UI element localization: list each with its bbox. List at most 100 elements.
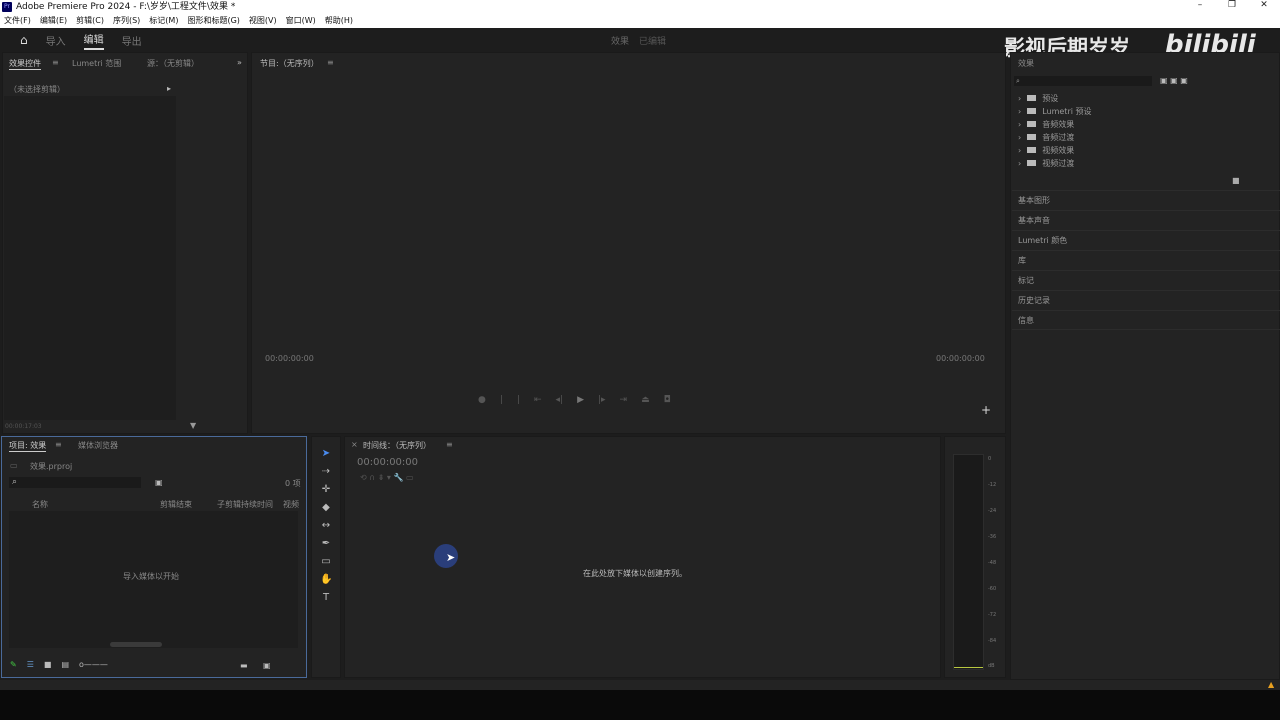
- meter-tick: -24: [988, 508, 997, 514]
- transport-controls: ● | | ⇤ ◂| ▶ |▸ ⇥ ⏏ ◘: [478, 395, 671, 405]
- program-duration: 00:00:00:00: [936, 354, 985, 363]
- horizontal-scrollbar[interactable]: [110, 642, 162, 647]
- program-timecode[interactable]: 00:00:00:00: [265, 354, 314, 363]
- minimize-button[interactable]: –: [1184, 0, 1216, 14]
- pen-tool-icon[interactable]: ✒: [320, 538, 332, 549]
- pencil-icon[interactable]: ✎: [10, 660, 17, 669]
- freeform-view-icon[interactable]: ▤: [61, 660, 69, 669]
- section-markers[interactable]: 标记: [1012, 270, 1280, 290]
- panel-menu-icon[interactable]: ≡: [52, 58, 59, 67]
- meter-tick: -60: [988, 586, 997, 592]
- tab-lumetri-scopes[interactable]: Lumetri 范围: [72, 58, 121, 69]
- go-in-icon[interactable]: ⇤: [534, 395, 542, 405]
- menu-help[interactable]: 帮助(H): [325, 14, 353, 28]
- filter-icon[interactable]: ▼: [190, 421, 196, 430]
- zoom-slider[interactable]: o———: [79, 660, 108, 669]
- col-video[interactable]: 视频: [283, 499, 299, 510]
- effects-item[interactable]: › 视频过渡: [1018, 158, 1074, 169]
- hand-tool-icon[interactable]: ✋: [320, 574, 332, 585]
- timeline-timecode[interactable]: 00:00:00:00: [357, 457, 418, 468]
- tab-project[interactable]: 项目: 效果: [9, 440, 47, 452]
- tab-effect-controls[interactable]: 效果控件: [9, 58, 41, 70]
- icon-view-icon[interactable]: ■: [44, 660, 52, 669]
- effects-item[interactable]: › 音频效果: [1018, 119, 1074, 130]
- item-count: 0 项: [285, 479, 301, 488]
- export-frame-icon[interactable]: ◘: [664, 395, 671, 405]
- meter-tick: -36: [988, 534, 997, 540]
- step-back-icon[interactable]: ◂|: [556, 395, 564, 405]
- meter-tick: dB: [988, 663, 995, 669]
- timeline-title: 时间线：（无序列）: [363, 441, 431, 450]
- section-essential-graphics[interactable]: 基本图形: [1012, 190, 1280, 210]
- razor-tool-icon[interactable]: ◆: [320, 502, 332, 513]
- menu-view[interactable]: 视图(V): [249, 14, 277, 28]
- tab-import[interactable]: 导入: [46, 33, 66, 48]
- tab-export[interactable]: 导出: [122, 33, 142, 48]
- section-history[interactable]: 历史记录: [1012, 290, 1280, 310]
- overflow-icon[interactable]: »: [237, 58, 242, 67]
- home-icon[interactable]: ⌂: [20, 33, 28, 47]
- new-bin-icon[interactable]: ▬: [240, 661, 248, 670]
- section-libraries[interactable]: 库: [1012, 250, 1280, 270]
- play-button[interactable]: ▶: [577, 395, 584, 405]
- selection-tool-icon[interactable]: ➤: [320, 448, 332, 459]
- meter-tick: -48: [988, 560, 997, 566]
- status-bar: [0, 680, 1280, 690]
- effects-item[interactable]: › 预设: [1018, 93, 1058, 104]
- audio-meter: [953, 454, 984, 670]
- step-forward-icon[interactable]: |▸: [598, 395, 606, 405]
- menu-file[interactable]: 文件(F): [4, 14, 31, 28]
- tab-media-browser[interactable]: 媒体浏览器: [78, 440, 118, 451]
- section-lumetri-color[interactable]: Lumetri 颜色: [1012, 230, 1280, 250]
- close-icon[interactable]: ×: [351, 440, 358, 449]
- out-point-icon[interactable]: |: [517, 395, 520, 405]
- menu-graphics[interactable]: 图形和标题(G): [187, 14, 239, 28]
- tab-source[interactable]: 源：（无剪辑）: [147, 58, 199, 69]
- lift-icon[interactable]: ⏏: [641, 395, 650, 405]
- panel-menu-icon[interactable]: ≡: [55, 440, 62, 449]
- panel-menu-icon[interactable]: ≡: [327, 58, 334, 67]
- ripple-edit-tool-icon[interactable]: ✛: [320, 484, 332, 495]
- play-icon[interactable]: ▸: [167, 84, 171, 93]
- marker-icon[interactable]: ●: [478, 395, 486, 405]
- menu-edit[interactable]: 编辑(E): [40, 14, 67, 28]
- menu-sequence[interactable]: 序列(S): [113, 14, 140, 28]
- menu-clip[interactable]: 剪辑(C): [76, 14, 104, 28]
- accelerated-effects-icon[interactable]: ▣ ▣ ▣: [1160, 76, 1188, 85]
- project-search-input[interactable]: ⌕: [9, 477, 141, 488]
- new-bin-icon[interactable]: ▣: [155, 478, 163, 487]
- add-button-icon[interactable]: +: [981, 403, 991, 417]
- timeline-tools[interactable]: ⟲ ∩ ⇟ ▾ 🔧 ▭: [360, 473, 414, 482]
- effects-search-input[interactable]: ⌕: [1014, 76, 1152, 86]
- program-title: 节目:（无序列）: [260, 59, 319, 68]
- type-tool-icon[interactable]: T: [320, 592, 332, 603]
- panel-menu-icon[interactable]: ≡: [446, 440, 453, 449]
- meter-level: [954, 667, 983, 668]
- no-clip-label: （未选择剪辑）: [9, 85, 65, 94]
- new-bin-icon[interactable]: ■: [1232, 176, 1240, 185]
- warning-icon[interactable]: ▲: [1268, 680, 1274, 689]
- new-item-icon[interactable]: ▣: [263, 661, 271, 670]
- menu-markers[interactable]: 标记(M): [149, 14, 178, 28]
- rectangle-tool-icon[interactable]: ▭: [320, 556, 332, 567]
- maximize-button[interactable]: ❐: [1216, 0, 1248, 14]
- effects-item[interactable]: › Lumetri 预设: [1018, 106, 1092, 117]
- effects-item[interactable]: › 音频过渡: [1018, 132, 1074, 143]
- close-button[interactable]: ✕: [1248, 0, 1280, 14]
- col-subclip-duration[interactable]: 子剪辑持续时间: [217, 499, 273, 510]
- col-media-end[interactable]: 剪辑结束: [160, 499, 192, 510]
- track-select-tool-icon[interactable]: ⇢: [320, 466, 332, 477]
- section-info[interactable]: 信息: [1012, 310, 1280, 330]
- section-essential-sound[interactable]: 基本声音: [1012, 210, 1280, 230]
- list-view-icon[interactable]: ☰: [27, 660, 34, 669]
- meter-tick: -12: [988, 482, 997, 488]
- effects-item[interactable]: › 视频效果: [1018, 145, 1074, 156]
- menu-window[interactable]: 窗口(W): [286, 14, 316, 28]
- meter-tick: -84: [988, 638, 997, 644]
- effect-controls-area: [4, 96, 176, 420]
- in-point-icon[interactable]: |: [500, 395, 503, 405]
- col-name[interactable]: 名称: [32, 499, 48, 510]
- go-out-icon[interactable]: ⇥: [620, 395, 628, 405]
- tab-edit[interactable]: 编辑: [83, 31, 104, 50]
- slip-tool-icon[interactable]: ↔: [320, 520, 332, 531]
